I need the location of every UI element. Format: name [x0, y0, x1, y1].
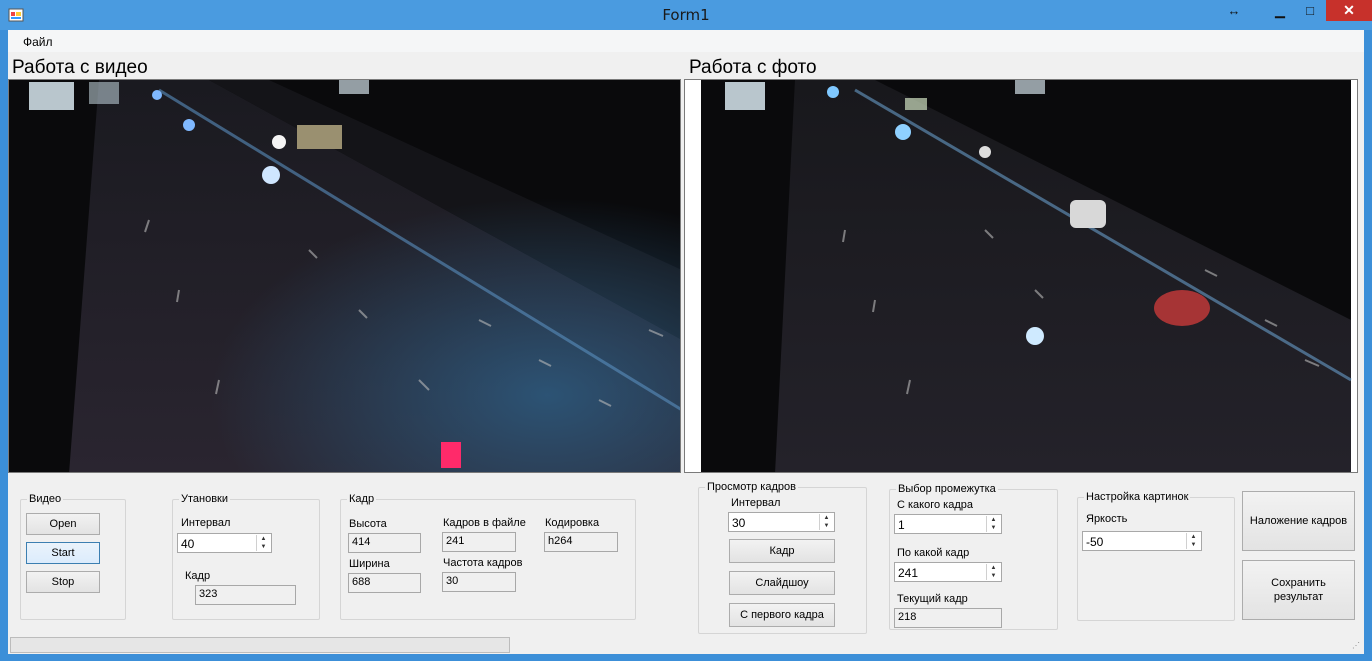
fps-label: Частота кадров [443, 557, 523, 569]
codec-field[interactable]: h264 [544, 532, 618, 552]
frame-view-legend: Просмотр кадров [705, 481, 798, 494]
maximize-button[interactable]: □ [1292, 0, 1328, 21]
height-label: Высота [349, 518, 387, 530]
video-panel-title: Работа с видео [12, 57, 148, 78]
video-picture [8, 79, 681, 473]
range-group-legend: Выбор промежутка [896, 483, 998, 496]
frames-count-field[interactable]: 241 [442, 532, 516, 552]
brightness-value[interactable]: -50 [1086, 535, 1103, 549]
stop-button[interactable]: Stop [26, 571, 100, 593]
video-group-legend: Видео [27, 493, 64, 506]
window-title: Form1 [662, 6, 710, 24]
open-button[interactable]: Open [26, 513, 100, 535]
settings-interval-stepper[interactable]: 40 ▲ ▼ [177, 533, 272, 553]
image-settings-legend: Настройка картинок [1084, 491, 1191, 504]
photo-picture [684, 79, 1358, 473]
view-interval-value[interactable]: 30 [732, 516, 745, 530]
photo-frame-image [685, 80, 1352, 472]
frames-count-label: Кадров в файле [443, 517, 526, 529]
spin-arrows-icon[interactable]: ▲ ▼ [819, 514, 833, 530]
photo-panel-title: Работа с фото [689, 57, 817, 78]
frame-button[interactable]: Кадр [729, 539, 835, 563]
to-frame-value[interactable]: 241 [898, 566, 918, 580]
progress-bar [10, 637, 510, 653]
overlay-frames-button[interactable]: Наложение кадров [1242, 491, 1355, 551]
view-interval-label: Интервал [731, 497, 781, 509]
view-interval-stepper[interactable]: 30 ▲ ▼ [728, 512, 835, 532]
to-frame-stepper[interactable]: 241 ▲ ▼ [894, 562, 1002, 582]
height-field[interactable]: 414 [348, 533, 421, 553]
from-frame-label: С какого кадра [897, 499, 973, 511]
from-first-frame-button[interactable]: С первого кадра [729, 603, 835, 627]
width-field[interactable]: 688 [348, 573, 421, 593]
video-frame-image [9, 80, 680, 472]
spin-arrows-icon[interactable]: ▲ ▼ [986, 564, 1000, 580]
start-button[interactable]: Start [26, 542, 100, 564]
settings-interval-value[interactable]: 40 [181, 537, 194, 551]
menu-file[interactable]: Файл [23, 35, 53, 49]
brightness-label: Яркость [1086, 513, 1128, 525]
menu-bar [8, 30, 1364, 52]
width-label: Ширина [349, 558, 390, 570]
settings-frame-label: Кадр [185, 570, 211, 582]
from-frame-value[interactable]: 1 [898, 518, 905, 532]
from-frame-stepper[interactable]: 1 ▲ ▼ [894, 514, 1002, 534]
fps-field[interactable]: 30 [442, 572, 516, 592]
resize-grip-icon[interactable]: ⋰ [1352, 641, 1362, 651]
slideshow-button[interactable]: Слайдшоу [729, 571, 835, 595]
save-result-button[interactable]: Сохранить результат [1242, 560, 1355, 620]
to-frame-label: По какой кадр [897, 547, 970, 559]
spin-arrows-icon[interactable]: ▲ ▼ [256, 535, 270, 551]
settings-group-legend: Утановки [179, 493, 231, 506]
settings-interval-label: Интервал [181, 517, 231, 529]
brightness-stepper[interactable]: -50 ▲ ▼ [1082, 531, 1202, 551]
current-frame-field[interactable]: 218 [894, 608, 1002, 628]
settings-frame-field[interactable]: 323 [195, 585, 296, 605]
move-icon[interactable]: ↔ [1216, 0, 1252, 21]
spin-arrows-icon[interactable]: ▲ ▼ [986, 516, 1000, 532]
codec-label: Кодировка [545, 517, 600, 529]
spin-arrows-icon[interactable]: ▲ ▼ [1186, 533, 1200, 549]
close-button[interactable]: ✕ [1326, 0, 1372, 21]
current-frame-label: Текущий кадр [897, 593, 968, 605]
frame-group-legend: Кадр [347, 493, 377, 506]
